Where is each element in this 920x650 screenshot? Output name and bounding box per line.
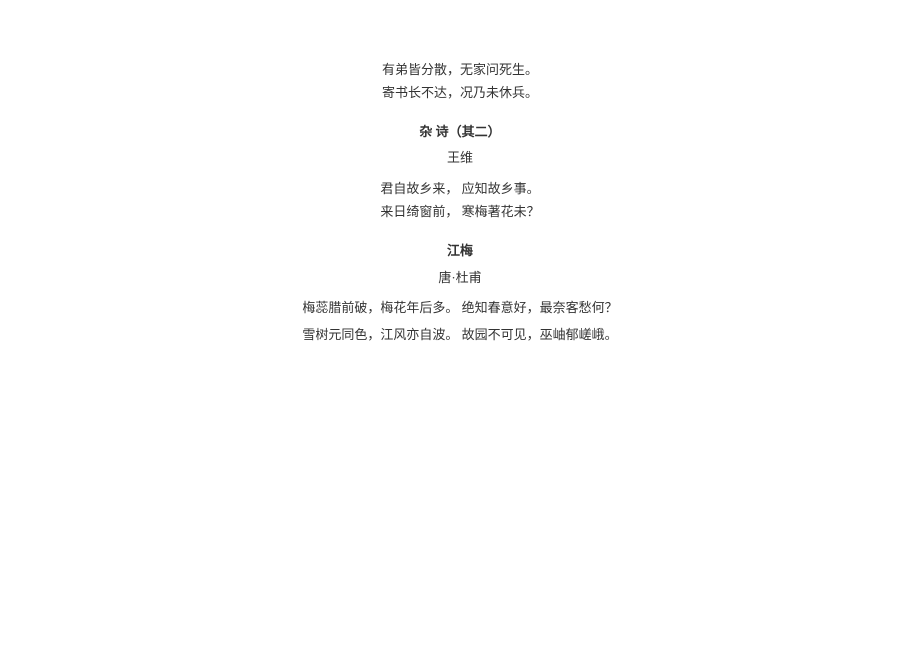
poem2-title: 杂 诗（其二） — [0, 122, 920, 143]
poem2-author: 王维 — [0, 148, 920, 169]
poem2-line1: 君自故乡来， 应知故乡事。 — [0, 179, 920, 200]
poem3-title: 江梅 — [0, 241, 920, 262]
poem1-line2: 寄书长不达，况乃未休兵。 — [0, 83, 920, 104]
poem1-line1: 有弟皆分散，无家问死生。 — [0, 60, 920, 81]
poem3-line2: 雪树元同色，江风亦自波。 故园不可见，巫岫郁嵯峨。 — [0, 325, 920, 346]
poem3-line1: 梅蕊腊前破，梅花年后多。 绝知春意好，最奈客愁何？ — [0, 298, 920, 319]
poem3-author: 唐·杜甫 — [0, 268, 920, 289]
poem2-line2: 来日绮窗前， 寒梅著花未？ — [0, 202, 920, 223]
document-content: 有弟皆分散，无家问死生。 寄书长不达，况乃未休兵。 杂 诗（其二） 王维 君自故… — [0, 60, 920, 346]
